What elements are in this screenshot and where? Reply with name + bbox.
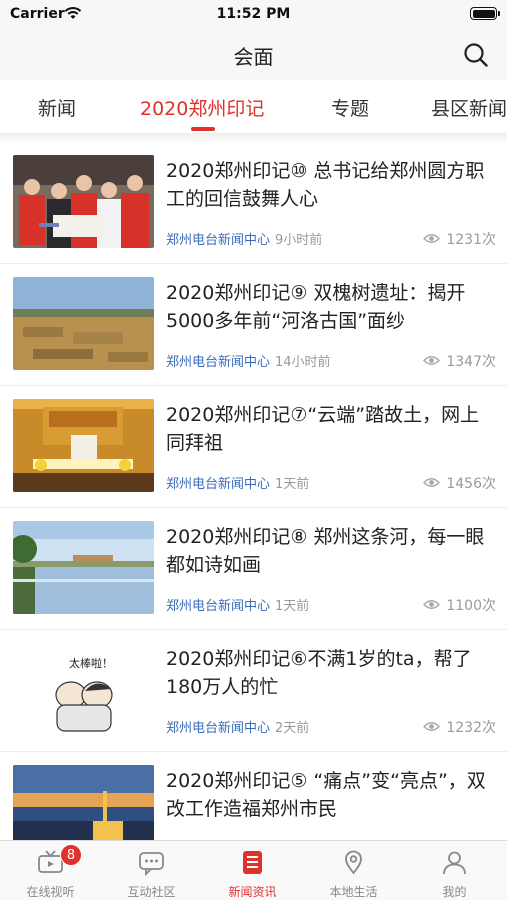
article-thumbnail (13, 155, 154, 248)
article-title: 2020郑州印记⑨ 双槐树遗址：揭开5000多年前“河洛古国”面纱 (166, 282, 466, 332)
article-thumbnail (13, 521, 154, 614)
view-count-value: 1347次 (446, 354, 496, 370)
article-time: 14小时前 (275, 355, 331, 370)
tabbar-mine[interactable]: 我的 (404, 841, 505, 900)
article-source: 郑州电台新闻中心 (166, 721, 271, 736)
category-tabs: 新闻 2020郑州印记 专题 县区新闻 (0, 80, 507, 134)
tab-news[interactable]: 新闻 (38, 94, 76, 121)
article-item[interactable]: 太棒啦！ 2020郑州印记⑥不满1岁的ta，帮了180万人的忙 郑州电台新闻中心… (0, 630, 507, 752)
article-time: 2天前 (275, 721, 310, 736)
tabbar-label: 本地生活 (329, 885, 378, 899)
article-meta: 郑州电台新闻中心 1天前 1100次 (166, 595, 496, 615)
clock: 11:52 PM (216, 6, 291, 22)
article-item[interactable]: 2020郑州印记⑩ 总书记给郑州圆方职工的回信鼓舞人心 郑州电台新闻中心 9小时前… (0, 142, 507, 264)
bottom-tab-bar: 8 在线视听 互动社区 新闻资讯 本地生活 我的 (0, 840, 507, 900)
thumb-cartoon-caption: 太棒啦！ (69, 656, 113, 670)
notification-badge: 8 (60, 844, 82, 866)
view-count-value: 1100次 (446, 598, 496, 614)
article-meta: 郑州电台新闻中心 9小时前 1231次 (166, 229, 496, 249)
view-count: 1232次 (423, 717, 496, 737)
page-title: 会面 (233, 45, 274, 69)
article-title: 2020郑州印记⑤ “痛点”变“亮点”，双改工作造福郑州市民 (166, 770, 486, 820)
article-thumbnail: 太棒啦！ (13, 643, 154, 736)
news-icon (243, 851, 262, 874)
eye-icon (423, 722, 441, 731)
article-meta: 郑州电台新闻中心 14小时前 1347次 (166, 351, 496, 371)
tab-county-news[interactable]: 县区新闻 (431, 94, 507, 121)
tabbar-online-listening[interactable]: 8 在线视听 (0, 841, 101, 900)
article-title: 2020郑州印记⑥不满1岁的ta，帮了180万人的忙 (166, 648, 472, 698)
article-source: 郑州电台新闻中心 (166, 233, 271, 248)
article-meta: 郑州电台新闻中心 1天前 1456次 (166, 473, 496, 493)
article-time: 1天前 (275, 477, 310, 492)
eye-icon (423, 356, 441, 365)
view-count: 1456次 (423, 473, 496, 493)
view-count: 1231次 (423, 229, 496, 249)
tabbar-local-life[interactable]: 本地生活 (303, 841, 404, 900)
article-meta: 郑州电台新闻中心 2天前 1232次 (166, 717, 496, 737)
eye-icon (423, 478, 441, 487)
article-time: 1天前 (275, 599, 310, 614)
tabbar-label: 新闻资讯 (228, 885, 277, 899)
nav-bar: 会面 (0, 30, 507, 80)
article-item[interactable]: 2020郑州印记⑧ 郑州这条河，每一眼都如诗如画 郑州电台新闻中心 1天前 110… (0, 508, 507, 630)
search-icon[interactable] (463, 42, 489, 68)
tabbar-label: 在线视听 (26, 885, 75, 899)
article-item[interactable]: 2020郑州印记⑦“云端”踏故土，网上同拜祖 郑州电台新闻中心 1天前 1456次 (0, 386, 507, 508)
person-icon (443, 851, 466, 875)
tabbar-news[interactable]: 新闻资讯 (202, 841, 303, 900)
chat-icon (139, 852, 164, 876)
view-count-value: 1456次 (446, 476, 496, 492)
battery-icon (470, 7, 500, 20)
tabbar-label: 我的 (442, 885, 467, 899)
tabbar-label: 互动社区 (127, 885, 176, 899)
view-count-value: 1232次 (446, 720, 496, 736)
active-tab-indicator (191, 127, 215, 131)
article-source: 郑州电台新闻中心 (166, 599, 271, 614)
status-bar: Carrier 11:52 PM (0, 0, 507, 30)
article-source: 郑州电台新闻中心 (166, 477, 271, 492)
tab-special-topics[interactable]: 专题 (331, 94, 369, 121)
eye-icon (423, 234, 441, 243)
article-time: 9小时前 (275, 233, 323, 248)
view-count: 1100次 (423, 595, 496, 615)
article-title: 2020郑州印记⑧ 郑州这条河，每一眼都如诗如画 (166, 526, 485, 576)
tabbar-community[interactable]: 互动社区 (101, 841, 202, 900)
article-source: 郑州电台新闻中心 (166, 355, 271, 370)
article-list: 2020郑州印记⑩ 总书记给郑州圆方职工的回信鼓舞人心 郑州电台新闻中心 9小时前… (0, 142, 507, 874)
article-thumbnail (13, 277, 154, 370)
article-item[interactable]: 2020郑州印记⑨ 双槐树遗址：揭开5000多年前“河洛古国”面纱 郑州电台新闻… (0, 264, 507, 386)
eye-icon (423, 600, 441, 609)
article-title: 2020郑州印记⑦“云端”踏故土，网上同拜祖 (166, 404, 480, 454)
location-icon (345, 850, 362, 875)
view-count: 1347次 (423, 351, 496, 371)
tab-2020-zhengzhou-yinji[interactable]: 2020郑州印记 (140, 94, 264, 121)
article-thumbnail (13, 399, 154, 492)
article-title: 2020郑州印记⑩ 总书记给郑州圆方职工的回信鼓舞人心 (166, 160, 485, 210)
view-count-value: 1231次 (446, 232, 496, 248)
